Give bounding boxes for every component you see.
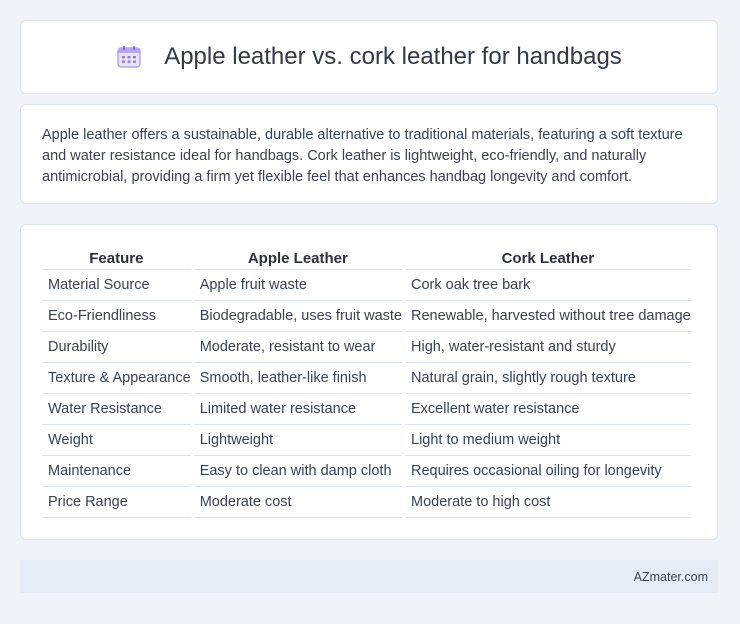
- table-cell-cork-leather: Excellent water resistance: [405, 394, 691, 425]
- table-cell-cork-leather: Natural grain, slightly rough texture: [405, 363, 691, 394]
- table-cell-apple-leather: Smooth, leather-like finish: [193, 363, 403, 394]
- table-cell-apple-leather: Apple fruit waste: [193, 270, 403, 301]
- table-row: Eco-Friendliness Biodegradable, uses fru…: [42, 301, 691, 332]
- table-cell-cork-leather: Requires occasional oiling for longevity: [405, 456, 691, 487]
- column-header-apple-leather: Apple Leather: [193, 247, 403, 270]
- table-cell-cork-leather: Moderate to high cost: [405, 487, 691, 518]
- table-row: Material Source Apple fruit waste Cork o…: [42, 270, 691, 301]
- table-row: Texture & Appearance Smooth, leather-lik…: [42, 363, 691, 394]
- table-cell-cork-leather: Light to medium weight: [405, 425, 691, 456]
- table-cell-apple-leather: Lightweight: [193, 425, 403, 456]
- summary-card: Apple leather offers a sustainable, dura…: [20, 104, 718, 204]
- table-cell-apple-leather: Limited water resistance: [193, 394, 403, 425]
- table-cell-apple-leather: Moderate, resistant to wear: [193, 332, 403, 363]
- table-cell-cork-leather: Renewable, harvested without tree damage: [405, 301, 691, 332]
- summary-text: Apple leather offers a sustainable, dura…: [42, 127, 683, 185]
- column-header-cork-leather: Cork Leather: [405, 247, 691, 270]
- table-cell-feature: Texture & Appearance: [42, 363, 191, 394]
- footer-brand-link[interactable]: AZmater.com: [634, 570, 708, 584]
- table-cell-feature: Material Source: [42, 270, 191, 301]
- table-cell-feature: Water Resistance: [42, 394, 191, 425]
- comparison-table-card: Feature Apple Leather Cork Leather Mater…: [20, 224, 718, 540]
- page-title: Apple leather vs. cork leather for handb…: [164, 43, 622, 70]
- table-cell-feature: Price Range: [42, 487, 191, 518]
- table-header-row: Feature Apple Leather Cork Leather: [42, 247, 691, 270]
- table-cell-feature: Durability: [42, 332, 191, 363]
- table-cell-apple-leather: Moderate cost: [193, 487, 403, 518]
- table-cell-feature: Maintenance: [42, 456, 191, 487]
- table-row: Water Resistance Limited water resistanc…: [42, 394, 691, 425]
- table-cell-feature: Weight: [42, 425, 191, 456]
- table-row: Price Range Moderate cost Moderate to hi…: [42, 487, 691, 518]
- table-cell-cork-leather: Cork oak tree bark: [405, 270, 691, 301]
- table-cell-apple-leather: Easy to clean with damp cloth: [193, 456, 403, 487]
- table-cell-cork-leather: High, water-resistant and sturdy: [405, 332, 691, 363]
- calendar-icon: [116, 45, 142, 69]
- table-row: Durability Moderate, resistant to wear H…: [42, 332, 691, 363]
- comparison-table: Feature Apple Leather Cork Leather Mater…: [39, 247, 694, 518]
- column-header-feature: Feature: [42, 247, 191, 270]
- table-cell-feature: Eco-Friendliness: [42, 301, 191, 332]
- table-row: Maintenance Easy to clean with damp clot…: [42, 456, 691, 487]
- footer: AZmater.com: [20, 560, 718, 593]
- table-row: Weight Lightweight Light to medium weigh…: [42, 425, 691, 456]
- title-card: Apple leather vs. cork leather for handb…: [20, 20, 718, 94]
- table-cell-apple-leather: Biodegradable, uses fruit waste: [193, 301, 403, 332]
